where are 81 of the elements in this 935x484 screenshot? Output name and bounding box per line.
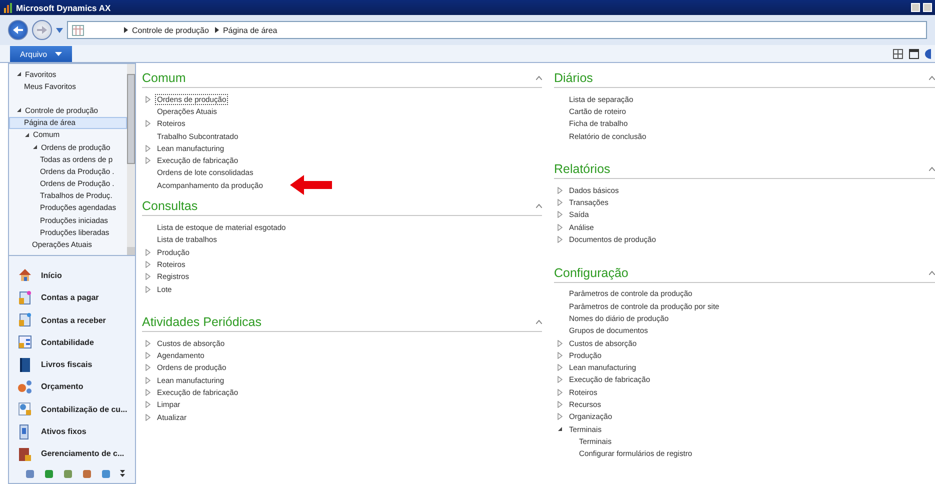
bar-chart-icon <box>3 2 13 12</box>
dropdown-icon[interactable] <box>56 28 63 32</box>
collapsed-icon[interactable] <box>557 224 563 231</box>
collapsed-icon[interactable] <box>557 186 563 194</box>
collapsed-icon[interactable] <box>557 340 563 346</box>
collapsed-icon[interactable] <box>145 340 151 347</box>
collapsed-icon[interactable] <box>145 120 151 128</box>
building-icon <box>17 446 33 462</box>
scrollbar[interactable] <box>127 64 135 256</box>
module-button[interactable]: Orçamento <box>17 376 135 398</box>
collapsed-icon[interactable] <box>557 400 563 408</box>
section-header[interactable]: Consultas <box>142 199 542 216</box>
forward-arrow-icon <box>36 25 48 35</box>
collapsed-icon[interactable] <box>145 401 151 408</box>
collapsed-icon[interactable] <box>145 286 151 292</box>
collapsed-icon[interactable] <box>145 414 151 421</box>
collapsed-icon[interactable] <box>145 260 151 268</box>
chart-icon <box>17 401 33 418</box>
collapsed-icon[interactable] <box>145 144 151 152</box>
network-icon <box>17 378 33 395</box>
report-icon <box>17 334 33 350</box>
collapsed-icon[interactable] <box>557 376 563 384</box>
module-button[interactable]: Início <box>17 264 135 287</box>
section-header[interactable]: Relatórios <box>554 162 935 180</box>
collapse-icon[interactable] <box>536 320 542 324</box>
maximize-button[interactable] <box>923 3 932 12</box>
house-icon <box>17 267 33 284</box>
collapse-icon[interactable] <box>536 204 542 208</box>
window-icon[interactable] <box>909 49 919 59</box>
back-arrow-icon <box>12 25 24 35</box>
breadcrumb[interactable]: Controle de produção <box>124 26 209 34</box>
module-button[interactable]: Contabilização de cu... <box>17 398 135 420</box>
triangle-icon <box>124 27 128 33</box>
collapse-icon[interactable] <box>929 167 935 172</box>
section-header[interactable]: Comum <box>142 71 542 88</box>
collapsed-icon[interactable] <box>557 364 563 372</box>
collapsed-icon[interactable] <box>145 376 151 384</box>
section-header[interactable]: Atividades Periódicas <box>142 315 542 332</box>
collapse-icon[interactable] <box>929 270 935 275</box>
breadcrumb[interactable]: Página de área <box>214 26 278 34</box>
expanded-icon[interactable] <box>557 426 563 432</box>
collapsed-icon[interactable] <box>145 157 151 164</box>
collapse-icon[interactable] <box>929 76 935 80</box>
module-button[interactable]: Contas a pagar <box>17 286 135 309</box>
collapsed-icon[interactable] <box>557 413 563 420</box>
triangle-icon <box>214 27 219 33</box>
ledger-icon <box>17 290 33 306</box>
expanded-icon[interactable] <box>16 107 22 114</box>
forward-button[interactable] <box>32 20 52 40</box>
collapsed-icon[interactable] <box>557 236 563 244</box>
collapsed-icon[interactable] <box>145 96 151 103</box>
collapsed-icon[interactable] <box>145 248 151 256</box>
file-menu-button[interactable]: Arquivo <box>10 46 72 62</box>
help-icon[interactable] <box>925 49 931 59</box>
module-button[interactable]: Livros fiscais <box>17 354 135 376</box>
caret-icon <box>55 52 62 56</box>
collapsed-icon[interactable] <box>557 211 563 218</box>
book-icon <box>17 356 33 373</box>
module-button[interactable]: Ativos fixos <box>17 420 135 443</box>
module-button[interactable]: Contas a receber <box>17 308 135 332</box>
module-button[interactable]: Gerenciamento de c... <box>17 442 135 465</box>
ledger-icon <box>17 312 33 328</box>
chevron-icon[interactable] <box>120 469 125 478</box>
expanded-icon[interactable] <box>16 71 22 78</box>
back-button[interactable] <box>8 20 28 40</box>
section-header[interactable]: Diários <box>554 71 935 88</box>
collapsed-icon[interactable] <box>557 199 563 206</box>
collapsed-icon[interactable] <box>557 388 563 396</box>
grid-icon <box>72 24 84 36</box>
address-bar[interactable]: Controle de produção Página de área <box>67 21 927 39</box>
module-button[interactable]: Contabilidade <box>17 331 135 354</box>
collapsed-icon[interactable] <box>145 388 151 396</box>
collapsed-icon[interactable] <box>557 352 563 359</box>
collapsed-icon[interactable] <box>145 273 151 280</box>
window-title: Microsoft Dynamics AX <box>16 2 112 12</box>
collapsed-icon[interactable] <box>145 364 151 372</box>
collapse-icon[interactable] <box>536 76 542 80</box>
section-header[interactable]: Configuração <box>554 266 935 283</box>
layout-icon[interactable] <box>893 49 903 59</box>
minimize-button[interactable] <box>911 3 920 12</box>
collapsed-icon[interactable] <box>145 352 151 360</box>
